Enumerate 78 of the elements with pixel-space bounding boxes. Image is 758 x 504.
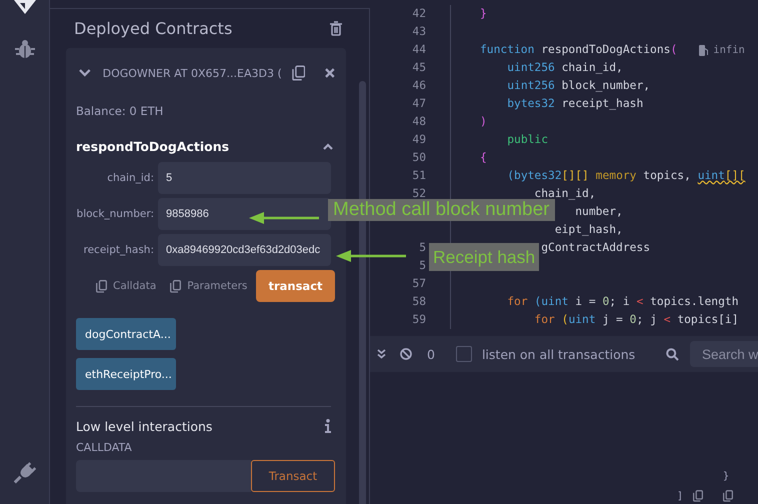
double-chevron-icon[interactable]	[377, 349, 386, 359]
param-input[interactable]: 5	[158, 162, 331, 194]
action-link[interactable]: Parameters	[187, 280, 248, 292]
logo-icon[interactable]	[14, 0, 36, 14]
code-line: gContractAddress	[541, 240, 650, 256]
trash-icon[interactable]	[330, 21, 342, 36]
chevron-icon[interactable]	[79, 69, 91, 77]
line-number: 42	[412, 7, 426, 20]
function-button[interactable]: dogContractA...	[76, 318, 176, 350]
copy-icon[interactable]	[170, 280, 182, 292]
line-number: 57	[412, 277, 426, 290]
line-number: 51	[412, 169, 426, 182]
param-label: block_number:	[76, 208, 155, 220]
search-field[interactable]: Search w	[690, 341, 758, 367]
param-input[interactable]: 0xa89469920cd3ef63d2d03edc	[158, 234, 331, 266]
code-line: function respondToDogActions(	[480, 42, 678, 58]
code-line: {	[480, 150, 487, 166]
line-number: 46	[412, 79, 426, 92]
terminal-text: }	[722, 471, 729, 482]
copy-icon[interactable]	[292, 65, 306, 81]
code-line: public	[507, 132, 548, 148]
copy-icon[interactable]	[723, 490, 733, 502]
action-link[interactable]: Calldata	[113, 280, 156, 292]
contract-name: DOGOWNER AT 0X657...EA3D3 (	[102, 66, 283, 80]
param-input[interactable]: 9858986	[158, 198, 331, 230]
function-button[interactable]: ethReceiptPro...	[76, 358, 176, 390]
calldata-label: CALLDATA	[76, 441, 133, 454]
param-label: receipt_hash:	[82, 244, 155, 256]
section-title: Low level interactions	[76, 418, 212, 434]
line-number: 49	[412, 133, 426, 146]
function-name: respondToDogActions	[76, 138, 230, 154]
code-line: )	[480, 114, 487, 130]
panel-title: Deployed Contracts	[74, 19, 232, 38]
code-line: (bytes32[][] memory topics, uint[][	[507, 168, 746, 184]
listen-label: listen on all transactions	[482, 346, 636, 362]
line-number: 52	[412, 187, 426, 200]
annotation-label: Receipt hash	[429, 243, 540, 271]
gas-hint: infin	[713, 43, 745, 58]
bug-icon[interactable]	[14, 39, 34, 59]
line-number: 47	[412, 97, 426, 110]
line-number: 59	[412, 313, 426, 326]
code-line: number,	[575, 204, 623, 220]
line-number: 48	[412, 115, 426, 128]
close-icon[interactable]	[325, 68, 335, 78]
line-number: 44	[412, 43, 426, 56]
terminal-text: ]	[676, 490, 683, 502]
copy-icon[interactable]	[693, 490, 703, 502]
transact-button[interactable]: Transact	[251, 460, 335, 492]
balance-text: Balance: 0 ETH	[76, 104, 164, 120]
line-number: 50	[412, 151, 426, 164]
gas-pump-icon	[699, 44, 710, 56]
search-icon[interactable]	[666, 348, 679, 360]
code-line: uint256 block_number,	[507, 78, 650, 94]
calldata-input[interactable]	[76, 460, 251, 492]
transact-button[interactable]: transact	[256, 270, 335, 302]
copy-icon[interactable]	[96, 280, 107, 292]
code-line: for (uint i = 0; i < topics.length	[507, 294, 739, 310]
param-label: chain_id:	[106, 172, 155, 184]
code-line: bytes32 receipt_hash	[507, 96, 644, 112]
transaction-count: 0	[427, 346, 435, 362]
code-line: eipt_hash,	[554, 222, 623, 238]
annotation-label: Method call block number	[328, 199, 554, 221]
code-line: chain_id,	[534, 186, 596, 201]
line-number: 45	[412, 61, 426, 74]
caret-icon[interactable]	[323, 142, 333, 150]
arrow	[249, 211, 321, 225]
code-line: for (uint j = 0; j < topics[i]	[534, 312, 739, 328]
arrow	[336, 249, 406, 263]
listen-checkbox[interactable]	[456, 346, 472, 362]
line-number: 5	[419, 259, 426, 272]
line-number: 58	[412, 295, 426, 308]
info-icon[interactable]	[325, 419, 331, 433]
ban-icon[interactable]	[400, 348, 412, 360]
code-line: uint256 chain_id,	[507, 60, 623, 76]
line-number: 43	[412, 25, 426, 38]
code-line: }	[480, 6, 487, 22]
plug-icon[interactable]	[14, 462, 36, 484]
line-number: 5	[419, 241, 426, 254]
